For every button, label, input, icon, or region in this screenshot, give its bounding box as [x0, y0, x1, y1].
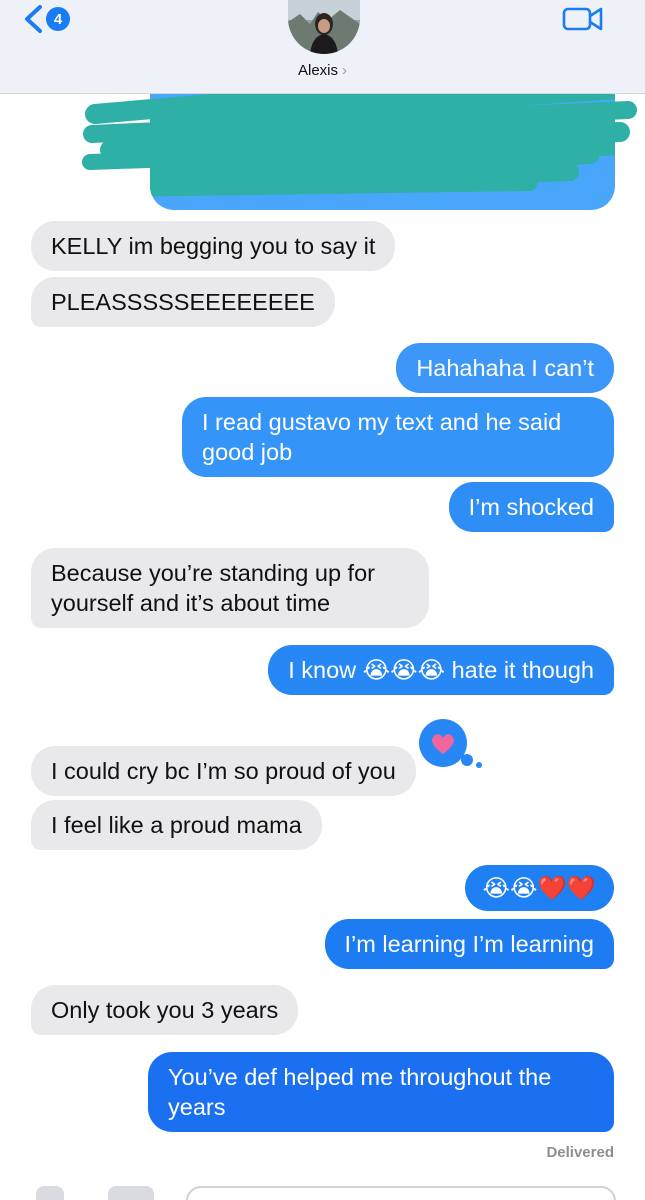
camera-button[interactable] — [36, 1186, 64, 1200]
outgoing-message[interactable]: I read gustavo my text and he said good … — [182, 397, 614, 477]
incoming-message[interactable]: KELLY im begging you to say it — [31, 221, 396, 271]
outgoing-message[interactable]: I know 😭😭😭 hate it though — [268, 645, 614, 695]
tapback-reaction[interactable] — [410, 714, 492, 770]
outgoing-message[interactable]: I’m learning I’m learning — [324, 919, 614, 969]
message-text: Because you’re standing up for yourself … — [51, 560, 375, 616]
incoming-message[interactable]: Only took you 3 years — [31, 985, 299, 1035]
message-text: I read gustavo my text and he said good … — [202, 409, 562, 465]
message-text: You’ve def helped me throughout the year… — [168, 1064, 552, 1120]
contact-name: Alexis — [297, 62, 338, 79]
back-button[interactable]: 4 — [22, 2, 70, 36]
compose-bar — [0, 1180, 645, 1200]
contact-avatar[interactable] — [288, 0, 360, 54]
conversation-header: 4 Alexis › — [0, 0, 645, 94]
outgoing-message[interactable]: 😭😭❤️❤️ — [464, 865, 614, 911]
outgoing-message[interactable]: Hahahaha I can’t — [396, 343, 614, 393]
unread-count-badge: 4 — [46, 7, 70, 31]
message-thread[interactable]: KELLY im begging you to say it PLEASSSSS… — [0, 74, 645, 1200]
message-input[interactable] — [186, 1186, 616, 1200]
chevron-left-icon — [25, 5, 42, 33]
incoming-message[interactable]: Because you’re standing up for yourself … — [31, 548, 429, 628]
app-store-button[interactable] — [108, 1186, 154, 1200]
chevron-right-icon: › — [342, 62, 347, 79]
outgoing-message[interactable]: You’ve def helped me throughout the year… — [148, 1052, 614, 1132]
delivery-status: Delivered — [546, 1144, 614, 1161]
incoming-message[interactable]: I feel like a proud mama — [31, 800, 322, 850]
video-camera-icon[interactable] — [562, 4, 604, 32]
incoming-message[interactable]: PLEASSSSSEEEEEEEE — [31, 277, 335, 327]
incoming-message[interactable]: I could cry bc I’m so proud of you — [31, 746, 416, 796]
contact-name-button[interactable]: Alexis › — [0, 62, 645, 79]
outgoing-message[interactable]: I’m shocked — [448, 482, 614, 532]
